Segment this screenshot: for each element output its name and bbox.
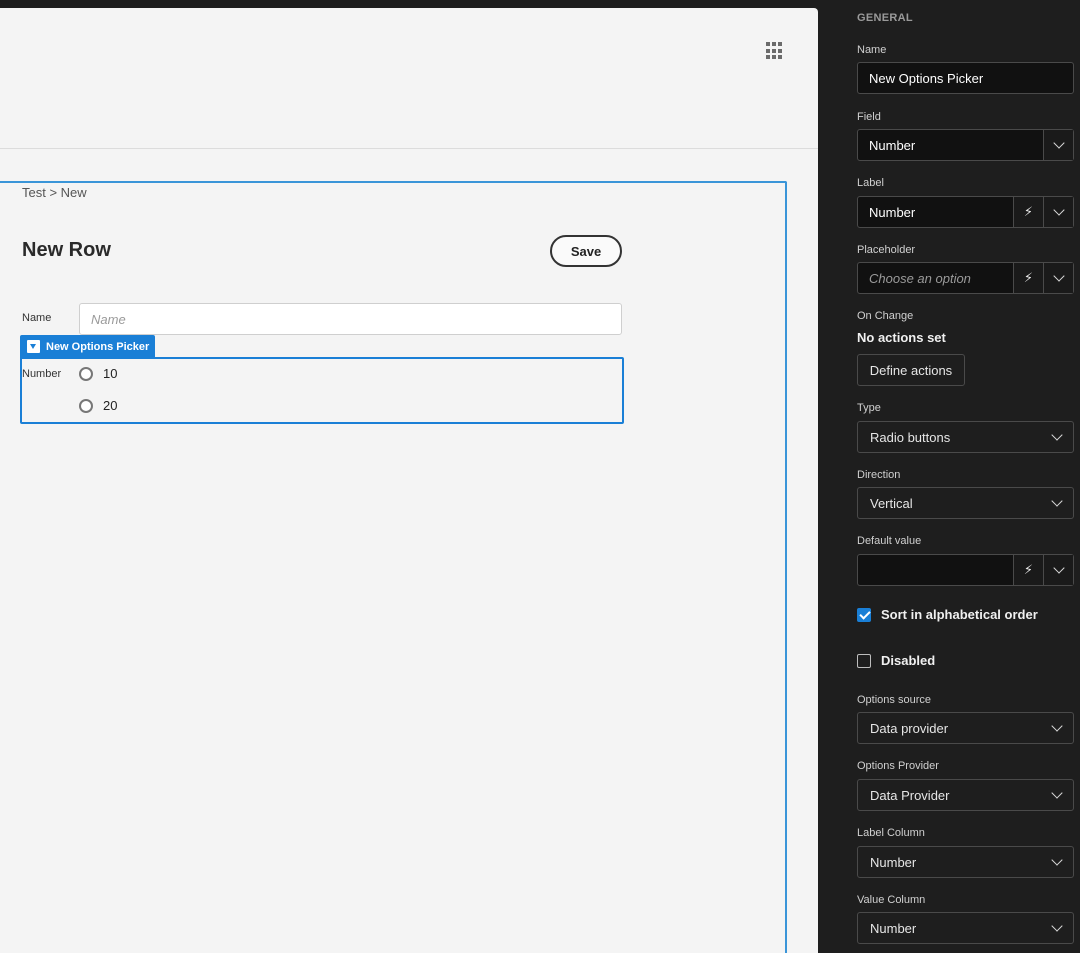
options-picker-tag-label: New Options Picker xyxy=(46,340,150,353)
radio-option[interactable]: 20 xyxy=(79,398,117,413)
options-source-select[interactable]: Data provider xyxy=(857,712,1074,744)
placeholder-prop-label: Placeholder xyxy=(857,244,916,256)
name-prop-value: New Options Picker xyxy=(869,70,984,86)
name-prop-label: Name xyxy=(857,44,887,56)
chevron-down-icon[interactable] xyxy=(1043,130,1073,160)
label-column-select[interactable]: Number xyxy=(857,846,1074,878)
name-field-label: Name xyxy=(22,312,52,324)
options-source-label: Options source xyxy=(857,694,931,706)
page-preview: Test > New New Row Save Name New Options… xyxy=(0,8,818,953)
type-select[interactable]: Radio buttons xyxy=(857,421,1074,453)
chevron-down-icon[interactable] xyxy=(1043,555,1073,585)
dropdown-toggle-icon[interactable] xyxy=(27,340,40,353)
chevron-down-icon[interactable] xyxy=(1043,263,1073,293)
save-button[interactable]: Save xyxy=(550,235,622,267)
chevron-down-icon xyxy=(1051,720,1063,732)
sort-alphabetical-label: Sort in alphabetical order xyxy=(881,607,1038,622)
options-provider-select[interactable]: Data Provider xyxy=(857,779,1074,811)
radio-option-label: 10 xyxy=(103,366,118,381)
value-column-value: Number xyxy=(870,920,917,936)
section-title: GENERAL xyxy=(857,12,913,24)
name-prop-input[interactable]: New Options Picker xyxy=(857,62,1074,94)
chevron-down-icon xyxy=(1051,920,1063,932)
radio-icon[interactable] xyxy=(79,366,93,381)
checkbox-icon[interactable] xyxy=(857,653,871,668)
chevron-down-icon xyxy=(1051,854,1063,866)
placeholder-prop-value: Choose an option xyxy=(869,270,971,286)
options-provider-label: Options Provider xyxy=(857,760,939,772)
bolt-icon[interactable]: ⚡︎ xyxy=(1013,263,1043,293)
bolt-icon[interactable]: ⚡︎ xyxy=(1013,555,1043,585)
field-select[interactable]: Number xyxy=(857,129,1074,161)
label-column-label: Label Column xyxy=(857,827,925,839)
page-title: New Row xyxy=(22,239,111,261)
value-column-select[interactable]: Number xyxy=(857,912,1074,944)
bolt-icon[interactable]: ⚡︎ xyxy=(1013,197,1043,227)
label-prop-value: Number xyxy=(869,204,916,220)
label-column-value: Number xyxy=(870,854,917,870)
breadcrumb: Test > New xyxy=(22,185,87,200)
disabled-checkbox[interactable]: Disabled xyxy=(857,653,935,668)
properties-panel: GENERAL Name New Options Picker Field Nu… xyxy=(836,0,1080,953)
chevron-down-icon[interactable] xyxy=(1043,197,1073,227)
radio-option-label: 20 xyxy=(103,398,118,413)
radio-option[interactable]: 10 xyxy=(79,366,117,381)
default-value-label: Default value xyxy=(857,535,922,547)
placeholder-prop-input[interactable]: Choose an option ⚡︎ xyxy=(857,262,1074,294)
options-picker-label: Number xyxy=(22,368,62,380)
type-select-value: Radio buttons xyxy=(870,429,951,445)
options-provider-value: Data Provider xyxy=(870,787,950,803)
sort-alphabetical-checkbox[interactable]: Sort in alphabetical order xyxy=(857,607,1038,622)
on-change-status: No actions set xyxy=(857,330,946,345)
type-label: Type xyxy=(857,402,881,414)
checkbox-checked-icon[interactable] xyxy=(857,607,871,622)
options-picker-tag[interactable]: New Options Picker xyxy=(20,335,156,358)
page-selection-frame[interactable] xyxy=(0,181,787,953)
field-prop-label: Field xyxy=(857,111,881,123)
default-value-value xyxy=(858,555,1013,585)
direction-select[interactable]: Vertical xyxy=(857,487,1074,519)
disabled-label: Disabled xyxy=(881,653,936,668)
value-column-label: Value Column xyxy=(857,894,926,906)
direction-select-value: Vertical xyxy=(870,495,913,511)
radio-icon[interactable] xyxy=(79,398,93,413)
options-source-value: Data provider xyxy=(870,720,949,736)
chevron-down-icon xyxy=(1051,495,1063,507)
field-select-value: Number xyxy=(869,137,916,153)
define-actions-button[interactable]: Define actions xyxy=(857,354,965,386)
panel-divider xyxy=(818,0,836,953)
label-prop-input[interactable]: Number ⚡︎ xyxy=(857,196,1074,228)
chevron-down-icon xyxy=(1051,429,1063,441)
top-bar xyxy=(0,0,836,8)
label-prop-label: Label xyxy=(857,177,884,189)
on-change-label: On Change xyxy=(857,310,914,322)
chevron-down-icon xyxy=(1051,787,1063,799)
name-input[interactable] xyxy=(79,303,622,335)
default-value-input[interactable]: ⚡︎ xyxy=(857,554,1074,586)
direction-label: Direction xyxy=(857,469,901,481)
